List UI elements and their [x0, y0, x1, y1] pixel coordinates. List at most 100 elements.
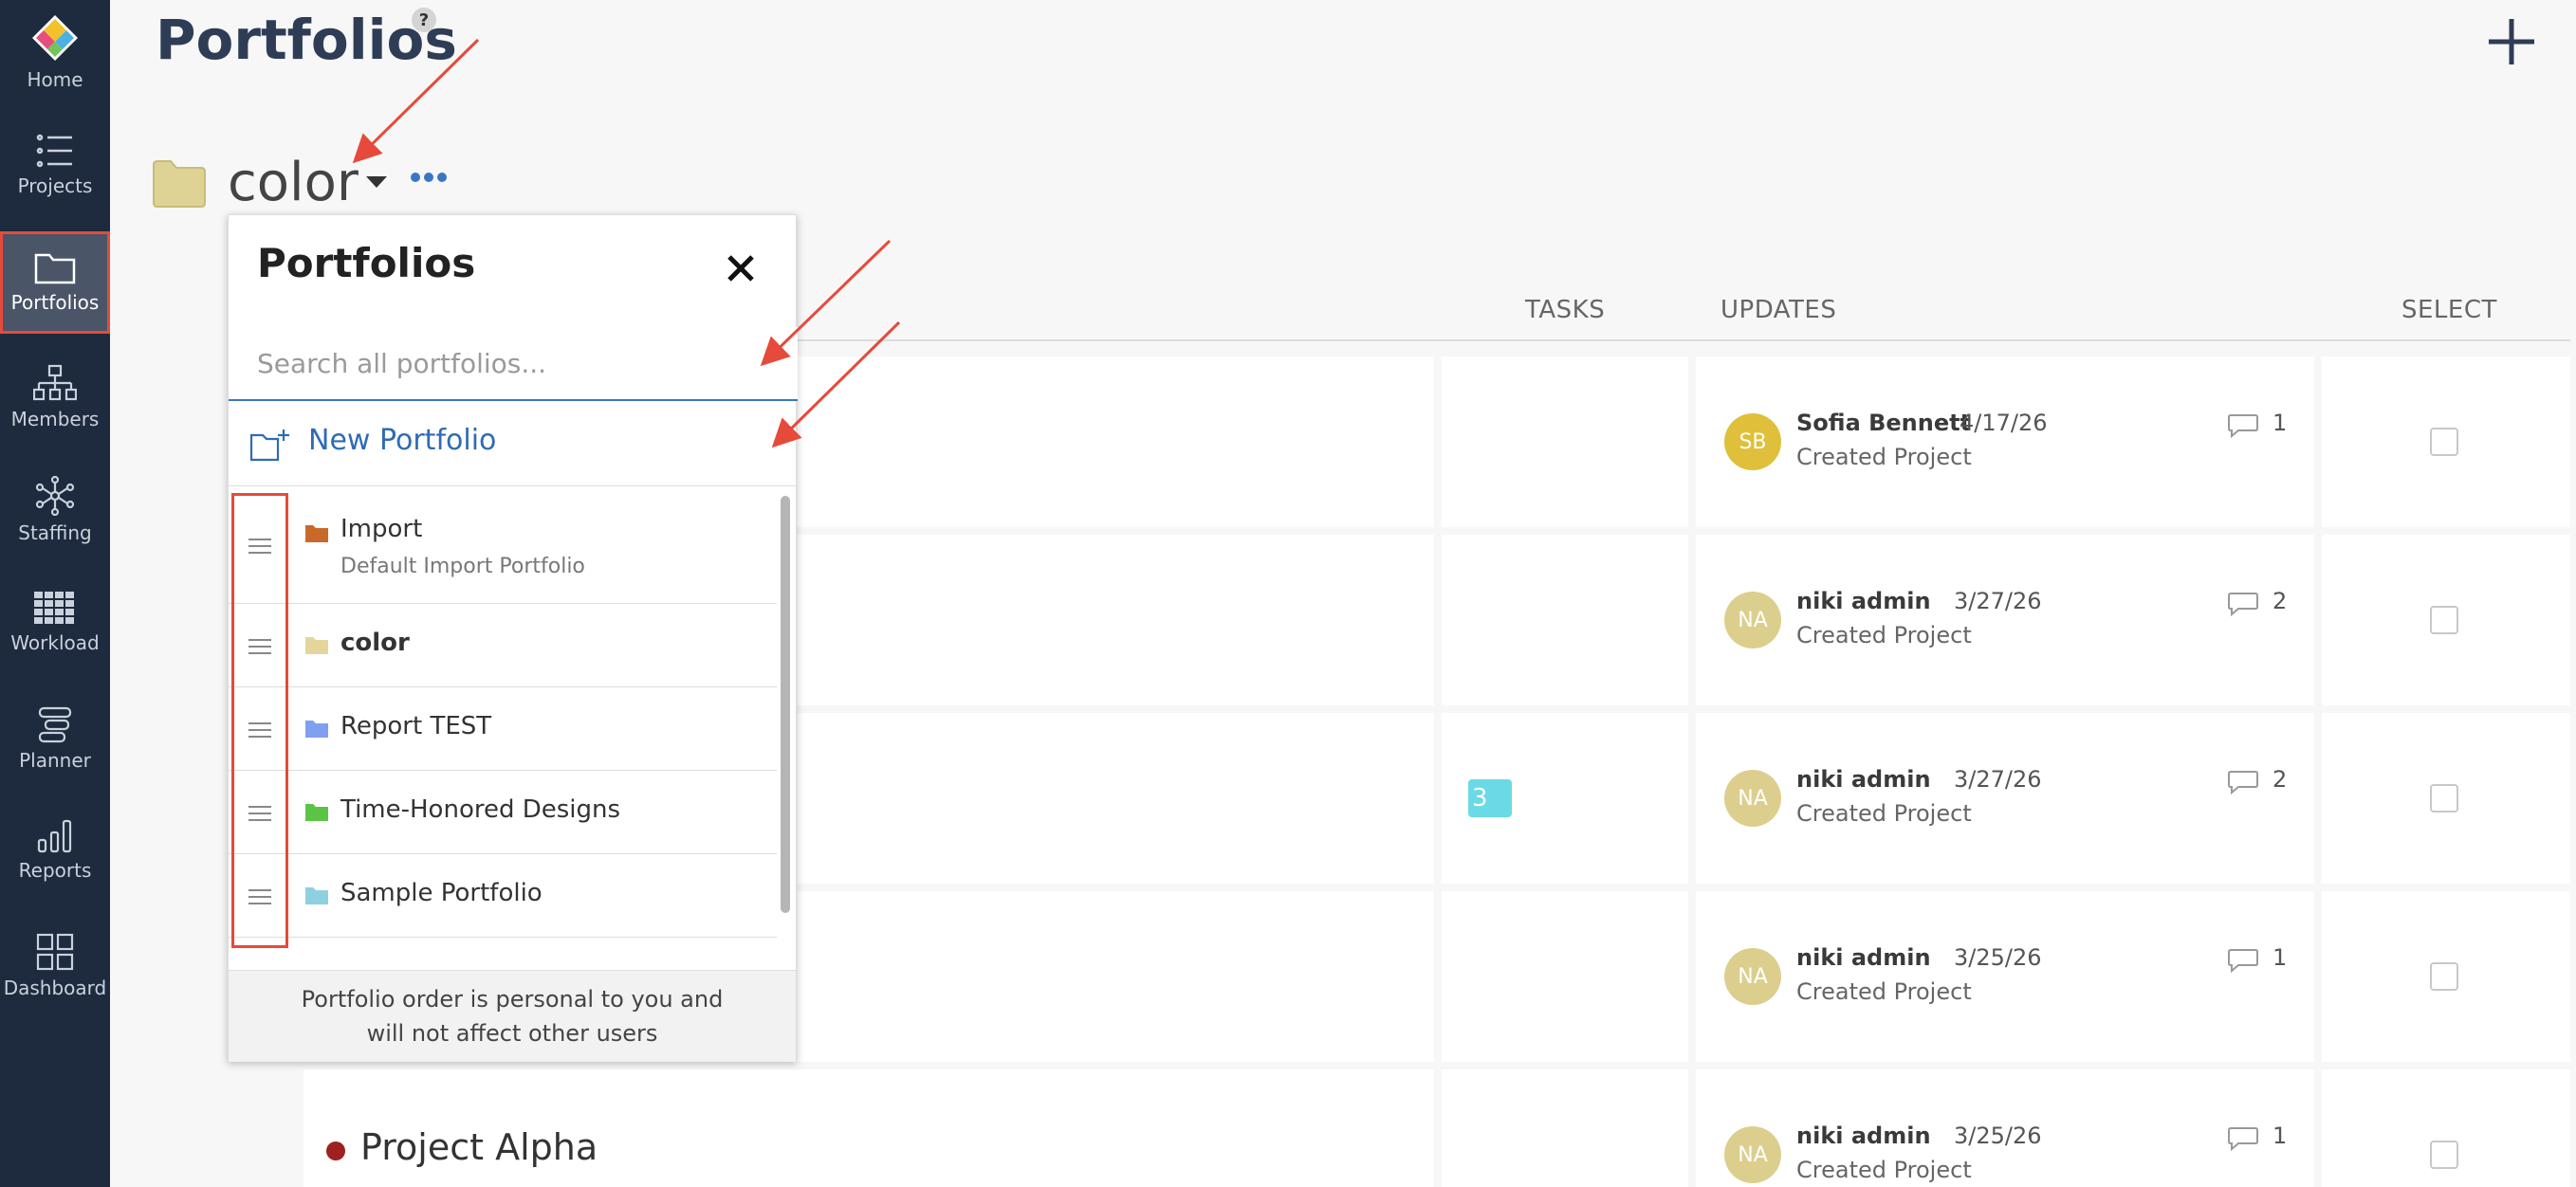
list-icon [36, 134, 72, 168]
folder-icon [305, 887, 328, 904]
task-count-badge[interactable]: 3 [1468, 779, 1512, 817]
portfolio-name: color [340, 629, 410, 657]
nav-dashboard-label: Dashboard [3, 977, 107, 999]
portfolio-selector[interactable]: color [228, 152, 359, 213]
nav-dashboard[interactable]: Dashboard [0, 933, 110, 999]
portfolio-dropdown: Portfolios New Portfolio Import Default … [228, 214, 798, 1062]
update-action: Created Project [1796, 978, 1972, 1005]
help-icon[interactable]: ? [412, 8, 436, 32]
footer-note-line: Portfolio order is personal to you and [301, 986, 724, 1013]
update-user: niki admin [1796, 766, 1931, 793]
portfolio-name: Report TEST [340, 712, 492, 740]
update-action: Created Project [1796, 1157, 1972, 1183]
network-icon [35, 476, 75, 516]
portfolio-list-item[interactable]: Report TEST [229, 687, 777, 771]
updates-cell [1696, 713, 2314, 884]
nav-portfolios[interactable]: Portfolios [0, 231, 110, 334]
update-user: Sofia Bennett [1796, 410, 1972, 436]
avatar: SB [1724, 413, 1781, 470]
select-cell [2322, 1069, 2570, 1187]
caret-down-icon[interactable] [364, 174, 389, 190]
update-action: Created Project [1796, 444, 1972, 470]
updates-cell [1696, 356, 2314, 527]
more-options-icon[interactable] [410, 171, 448, 184]
logo-icon [32, 15, 78, 61]
avatar: NA [1724, 770, 1781, 827]
nav-planner[interactable]: Planner [0, 705, 110, 772]
portfolio-name: Import [340, 515, 423, 543]
tasks-cell [1442, 356, 1688, 527]
update-action: Created Project [1796, 622, 1972, 648]
comment-icon[interactable] [2227, 770, 2259, 794]
sidebar: Home Projects Portfolios Members Staffin… [0, 0, 110, 1187]
update-date: 3/25/26 [1954, 1123, 2042, 1149]
nav-home-label: Home [27, 68, 83, 91]
nav-workload-label: Workload [10, 631, 100, 654]
nav-home[interactable]: Home [0, 13, 110, 91]
dropdown-footer-note: Portfolio order is personal to you and w… [229, 970, 796, 1062]
select-checkbox[interactable] [2430, 1141, 2458, 1169]
nav-members[interactable]: Members [0, 364, 110, 430]
update-user: niki admin [1796, 944, 1931, 971]
new-portfolio-button[interactable]: New Portfolio [229, 401, 798, 486]
nav-members-label: Members [10, 408, 100, 430]
updates-column-header: UPDATES [1720, 296, 1837, 324]
comment-count: 1 [2272, 1123, 2288, 1149]
update-date: 3/27/26 [1954, 766, 2042, 793]
avatar: NA [1724, 592, 1781, 648]
portfolio-list-item[interactable]: Import Default Import Portfolio [229, 496, 777, 604]
nav-planner-label: Planner [19, 749, 91, 772]
dropdown-title: Portfolios [257, 240, 476, 286]
close-icon[interactable] [722, 249, 760, 287]
portfolio-name: Sample Portfolio [340, 879, 543, 907]
update-action: Created Project [1796, 800, 1972, 827]
drag-handle-highlight [231, 493, 288, 948]
portfolio-subtitle: Default Import Portfolio [340, 555, 585, 578]
select-checkbox[interactable] [2430, 784, 2458, 813]
nav-projects-label: Projects [17, 174, 93, 197]
portfolio-list-item[interactable]: color [229, 604, 777, 687]
folder-icon [305, 525, 328, 542]
portfolio-name: Time-Honored Designs [340, 795, 621, 824]
project-name[interactable]: Project Alpha [360, 1126, 598, 1168]
add-icon[interactable] [2483, 13, 2540, 70]
new-folder-icon [249, 429, 289, 462]
portfolio-search-input[interactable] [229, 327, 798, 401]
comment-count: 2 [2272, 766, 2288, 793]
folder-icon [305, 804, 328, 821]
comment-icon[interactable] [2227, 413, 2259, 438]
comment-count: 1 [2272, 410, 2288, 436]
portfolio-list-item[interactable]: Time-Honored Designs [229, 771, 777, 854]
dropdown-scrollbar[interactable] [781, 496, 790, 913]
update-date: 4/17/26 [1960, 410, 2048, 436]
grid-icon [34, 592, 74, 624]
comment-icon[interactable] [2227, 1126, 2259, 1151]
select-checkbox[interactable] [2430, 606, 2458, 634]
folder-icon [305, 637, 328, 654]
nav-projects[interactable]: Projects [0, 133, 110, 197]
comment-icon[interactable] [2227, 948, 2259, 973]
dashboard-icon [36, 933, 74, 971]
nav-staffing[interactable]: Staffing [0, 476, 110, 544]
nav-portfolios-label: Portfolios [10, 291, 100, 314]
nav-reports[interactable]: Reports [0, 817, 110, 882]
nav-reports-label: Reports [18, 859, 92, 882]
select-checkbox[interactable] [2430, 428, 2458, 456]
new-portfolio-label: New Portfolio [308, 424, 497, 457]
nav-workload[interactable]: Workload [0, 592, 110, 654]
updates-cell [1696, 891, 2314, 1062]
portfolio-list: Import Default Import Portfolio color Re… [229, 496, 798, 970]
comment-count: 2 [2272, 588, 2288, 614]
update-user: niki admin [1796, 1123, 1931, 1149]
portfolio-list-item[interactable]: Sample Portfolio [229, 854, 777, 938]
footer-note-line: will not affect other users [366, 1020, 658, 1047]
project-status-dot [326, 1141, 345, 1160]
update-date: 3/27/26 [1954, 588, 2042, 614]
avatar: NA [1724, 1126, 1781, 1183]
select-checkbox[interactable] [2430, 962, 2458, 991]
tasks-column-header: TASKS [1525, 296, 1606, 324]
tasks-cell [1442, 891, 1688, 1062]
planner-icon [38, 706, 72, 743]
bar-chart-icon [37, 819, 72, 853]
comment-icon[interactable] [2227, 592, 2259, 616]
